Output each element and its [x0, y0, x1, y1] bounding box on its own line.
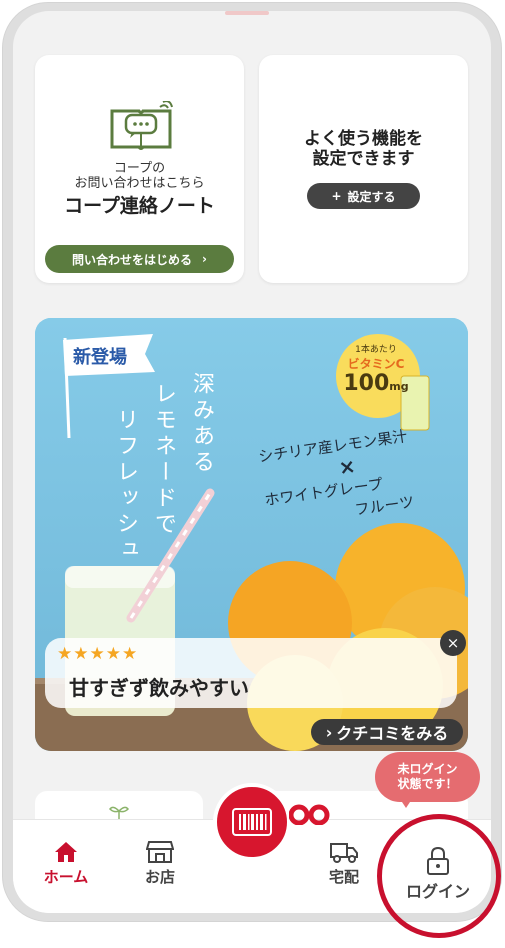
not-logged-in-tooltip: 未ログイン 状態です！: [375, 752, 480, 802]
start-inquiry-label: 問い合わせをはじめる: [72, 252, 193, 267]
review-popup[interactable]: ★★★★★ 甘すぎず飲みやすい: [45, 638, 457, 708]
close-review-button[interactable]: ×: [440, 630, 466, 656]
see-reviews-button[interactable]: › クチコミをみる: [311, 719, 463, 745]
vertical-copy-col1: 深みある: [189, 372, 214, 476]
tooltip-line1: 未ログイン: [397, 762, 458, 776]
vitamin-badge-label: ビタミンC: [347, 357, 405, 371]
review-text: 甘すぎず飲みやすい: [69, 676, 249, 700]
contact-note-title: コープ連絡ノート: [64, 195, 215, 217]
lemonade-promo-banner[interactable]: 新登場 深みある レモネードで リフレッシュ シチリア産レモン果汁 × ホワイト…: [35, 318, 468, 751]
nav-store-label: お店: [144, 868, 175, 886]
vitamin-badge-small: 1本あたり: [355, 345, 397, 355]
sprout-icon: [109, 806, 129, 819]
favorite-features-title-line2: 設定できます: [312, 149, 415, 169]
vertical-copy-col2: レモネードで: [151, 382, 176, 538]
contact-caption-line2: お問い合わせはこちら: [74, 176, 205, 191]
tooltip-line2: 状態です！: [397, 777, 458, 791]
favorite-features-card[interactable]: よく使う機能を 設定できます + 設定する: [259, 55, 468, 283]
start-inquiry-button[interactable]: 問い合わせをはじめる ›: [45, 245, 234, 273]
login-highlight-circle: [377, 814, 501, 938]
nav-home-label: ホーム: [43, 868, 89, 886]
open-book-chat-icon: [110, 101, 173, 150]
nav-store[interactable]: お店: [125, 838, 195, 887]
vitamin-badge-amount: 100mg: [341, 372, 411, 399]
coop-contact-note-card[interactable]: コープの お問い合わせはこちら コープ連絡ノート 問い合わせをはじめる ›: [35, 55, 244, 283]
vitamin-amount: 100: [343, 371, 390, 396]
nav-home[interactable]: ホーム: [31, 838, 101, 887]
configure-button[interactable]: + 設定する: [307, 183, 420, 209]
vitamin-unit: mg: [389, 380, 409, 393]
contact-caption-line1: コープの: [113, 161, 166, 176]
barcode-icon: [232, 808, 272, 836]
top-indicator: [225, 11, 269, 15]
tooltip-tail: [398, 796, 414, 808]
see-reviews-label: クチコミをみる: [336, 724, 449, 743]
chevron-right-icon: ›: [325, 722, 333, 742]
plus-icon: +: [331, 189, 342, 203]
favorite-features-title: よく使う機能を 設定できます: [259, 129, 468, 169]
configure-label: 設定する: [347, 189, 396, 204]
red-rings-decoration: [289, 804, 330, 825]
new-arrival-flag-text: 新登場: [73, 347, 127, 368]
barcode-scan-button[interactable]: [213, 783, 291, 861]
truck-icon: [309, 838, 379, 866]
chevron-right-icon: ›: [202, 252, 207, 266]
vitamin-badge: 1本あたり ビタミンC 100mg: [341, 342, 411, 399]
vertical-copy-col3: リフレッシュ: [113, 408, 138, 564]
nav-delivery-label: 宅配: [328, 868, 359, 886]
store-icon: [125, 838, 195, 866]
nav-delivery[interactable]: 宅配: [309, 838, 379, 887]
home-icon: [31, 838, 101, 866]
rating-stars: ★★★★★: [57, 644, 139, 664]
favorite-features-title-line1: よく使う機能を: [304, 129, 423, 149]
